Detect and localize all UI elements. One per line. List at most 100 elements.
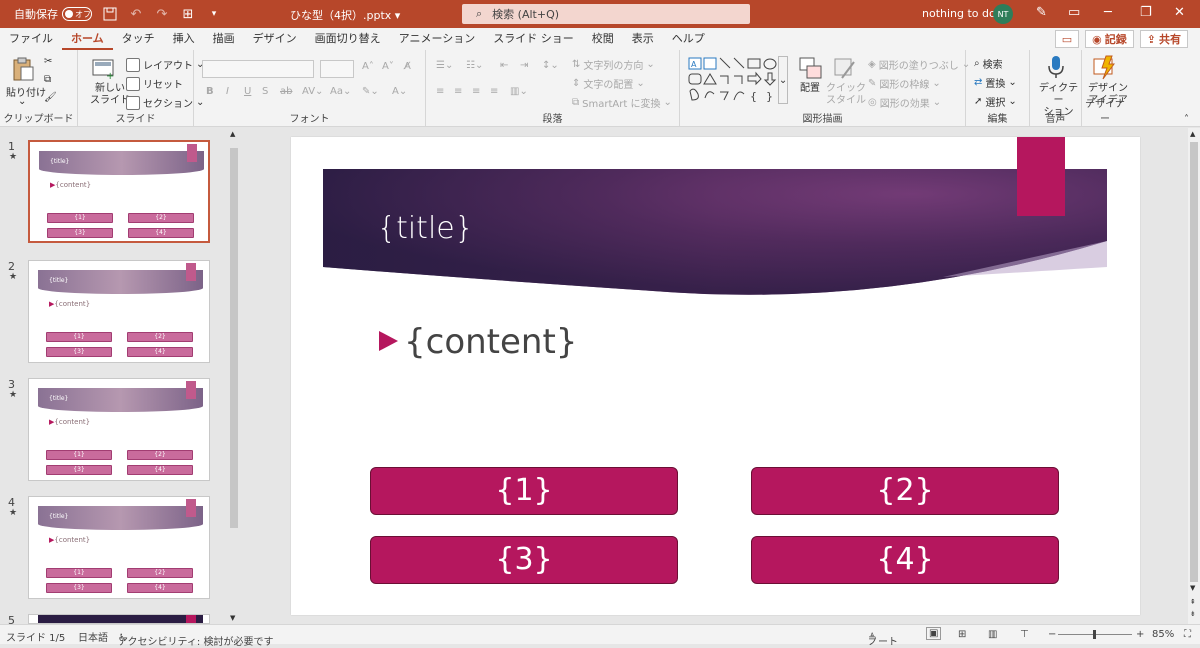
quick-styles-icon[interactable] [832,56,858,82]
fit-to-window-icon[interactable]: ⛶ [1184,629,1191,640]
strikethrough-icon[interactable]: ab [280,86,292,97]
tab-10[interactable]: 表示 [623,28,663,50]
replace-button[interactable]: ⇄ 置換 ⌄ [974,75,1017,90]
slide[interactable]: {title} {content} {1} {2} {3} {4} [291,137,1140,615]
slide-content[interactable]: {content} [379,322,577,362]
quick-styles-button[interactable]: クイック スタイル [826,83,866,107]
pen-icon[interactable]: ✎ [1036,5,1047,20]
justify-icon[interactable]: ≡ [490,86,498,97]
presenter-icon[interactable]: ⊞ [180,6,196,22]
microphone-icon[interactable] [1043,54,1069,80]
save-icon[interactable] [102,6,118,22]
align-center-icon[interactable]: ≡ [454,86,462,97]
slideshow-icon[interactable]: ⊤ [1020,629,1029,640]
new-slide-button[interactable]: 新しい スライド [90,83,130,107]
arrange-button[interactable]: 配置 [800,83,820,95]
option-box-3[interactable]: {3} [370,536,678,584]
align-right-icon[interactable]: ≡ [472,86,480,97]
zoom-out-icon[interactable]: − [1048,629,1056,640]
find-button[interactable]: ⌕ 検索 [974,56,1003,71]
shapes-gallery[interactable]: A { } [688,56,792,104]
font-size-select[interactable] [320,60,354,78]
canvas-scroll-thumb[interactable] [1190,142,1198,582]
shapes-more-icon[interactable]: ⌄ [778,56,788,104]
avatar[interactable]: NT [993,4,1013,24]
design-ideas-icon[interactable] [1092,54,1118,80]
close-icon[interactable]: ✕ [1174,5,1185,20]
redo-icon[interactable]: ↷ [154,6,170,22]
format-painter-icon[interactable]: 🖌 [44,92,57,103]
clear-format-icon[interactable]: A̸ [404,61,411,72]
char-spacing-icon[interactable]: AV⌄ [302,86,323,97]
shape-outline-button[interactable]: ✎ 図形の枠線 ⌄ [868,76,941,91]
tab-4[interactable]: 描画 [204,28,244,50]
section-button[interactable]: セクション ⌄ [126,95,204,110]
align-text-button[interactable]: ⇕ 文字の配置 ⌄ [572,76,645,91]
font-family-select[interactable] [202,60,314,78]
text-direction-button[interactable]: ⇅ 文字列の方向 ⌄ [572,57,655,72]
ribbon-display-icon[interactable]: ▭ [1068,5,1080,20]
share-button[interactable]: ⇪ 共有 [1139,30,1188,48]
slide-thumbnail[interactable]: {title} ▶{content} {1} {2} {3} {4} [28,260,210,363]
change-case-icon[interactable]: Aa⌄ [330,86,351,97]
slide-thumbnail[interactable]: {title} ▶{content} {1} {2} {3} {4} [28,378,210,481]
paste-icon[interactable] [10,56,36,82]
slide-thumbnail[interactable]: {title} ▶{content} {1} {2} {3} {4} [28,140,210,243]
highlight-icon[interactable]: ✎⌄ [362,86,379,97]
smartart-button[interactable]: ⧉ SmartArt に変換 ⌄ [572,95,672,110]
record-button[interactable]: ◉ 記録 [1085,30,1134,48]
slide-sorter-icon[interactable]: ⊞ [958,629,966,640]
option-box-2[interactable]: {2} [751,467,1059,515]
canvas-scrollbar[interactable]: ▲ ▼ ⇞ ⇟ [1188,128,1200,624]
autosave-switch[interactable]: オフ [62,7,92,21]
slide-thumbnail[interactable]: {title} ▶{content} {1} {2} {3} {4} [28,496,210,599]
numbering-icon[interactable]: ☷⌄ [466,60,483,71]
user-name[interactable]: nothing to do [922,7,996,20]
italic-button[interactable]: I [226,86,229,97]
zoom-level[interactable]: 85% [1152,629,1174,640]
grow-font-icon[interactable]: A˄ [362,61,374,72]
comments-button[interactable]: ▭ [1054,30,1080,48]
decrease-indent-icon[interactable]: ⇤ [500,60,508,71]
tab-11[interactable]: ヘルプ [663,28,714,50]
increase-indent-icon[interactable]: ⇥ [520,60,528,71]
tab-8[interactable]: スライド ショー [484,28,583,50]
minimize-icon[interactable]: ─ [1104,5,1112,20]
align-left-icon[interactable]: ≡ [436,86,444,97]
tab-1[interactable]: ホーム [62,28,113,50]
underline-button[interactable]: U [244,86,251,97]
bullets-icon[interactable]: ☰⌄ [436,60,453,71]
document-title[interactable]: ひな型（4択）.pptx ▾ [290,7,400,23]
shrink-font-icon[interactable]: A˅ [382,61,394,72]
restore-icon[interactable]: ❐ [1140,5,1152,20]
tab-9[interactable]: 校閲 [583,28,623,50]
shadow-button[interactable]: S [262,86,268,97]
option-box-1[interactable]: {1} [370,467,678,515]
collapse-ribbon-icon[interactable]: ˄ [1184,114,1189,125]
option-box-4[interactable]: {4} [751,536,1059,584]
reset-button[interactable]: リセット [126,76,183,91]
zoom-slider-thumb[interactable] [1093,630,1096,639]
autosave-toggle[interactable]: 自動保存 オフ [14,6,92,22]
tab-5[interactable]: デザイン [244,28,306,50]
shape-effects-button[interactable]: ◎ 図形の効果 ⌄ [868,95,941,110]
slide-thumbnail[interactable] [28,614,210,624]
shape-fill-button[interactable]: ◈ 図形の塗りつぶし ⌄ [868,57,970,72]
thumbnails-scroll-thumb[interactable] [230,148,238,528]
undo-icon[interactable]: ↶ [128,6,144,22]
cut-icon[interactable]: ✂ [44,56,52,67]
tab-6[interactable]: 画面切り替え [306,28,390,50]
customize-qat-icon[interactable]: ▾ [206,6,222,22]
tab-0[interactable]: ファイル [0,28,62,50]
columns-icon[interactable]: ▥⌄ [510,86,528,97]
arrange-icon[interactable] [798,56,824,82]
copy-icon[interactable]: ⧉ [44,74,51,85]
tab-3[interactable]: 挿入 [164,28,204,50]
tab-2[interactable]: タッチ [113,28,164,50]
reading-view-icon[interactable]: ▥ [988,629,997,640]
select-button[interactable]: ➚ 選択 ⌄ [974,94,1017,109]
bold-button[interactable]: B [206,86,214,97]
font-color-icon[interactable]: A⌄ [392,86,407,97]
layout-button[interactable]: レイアウト ⌄ [126,57,204,72]
paste-dropdown-icon[interactable]: ⌄ [18,96,26,107]
